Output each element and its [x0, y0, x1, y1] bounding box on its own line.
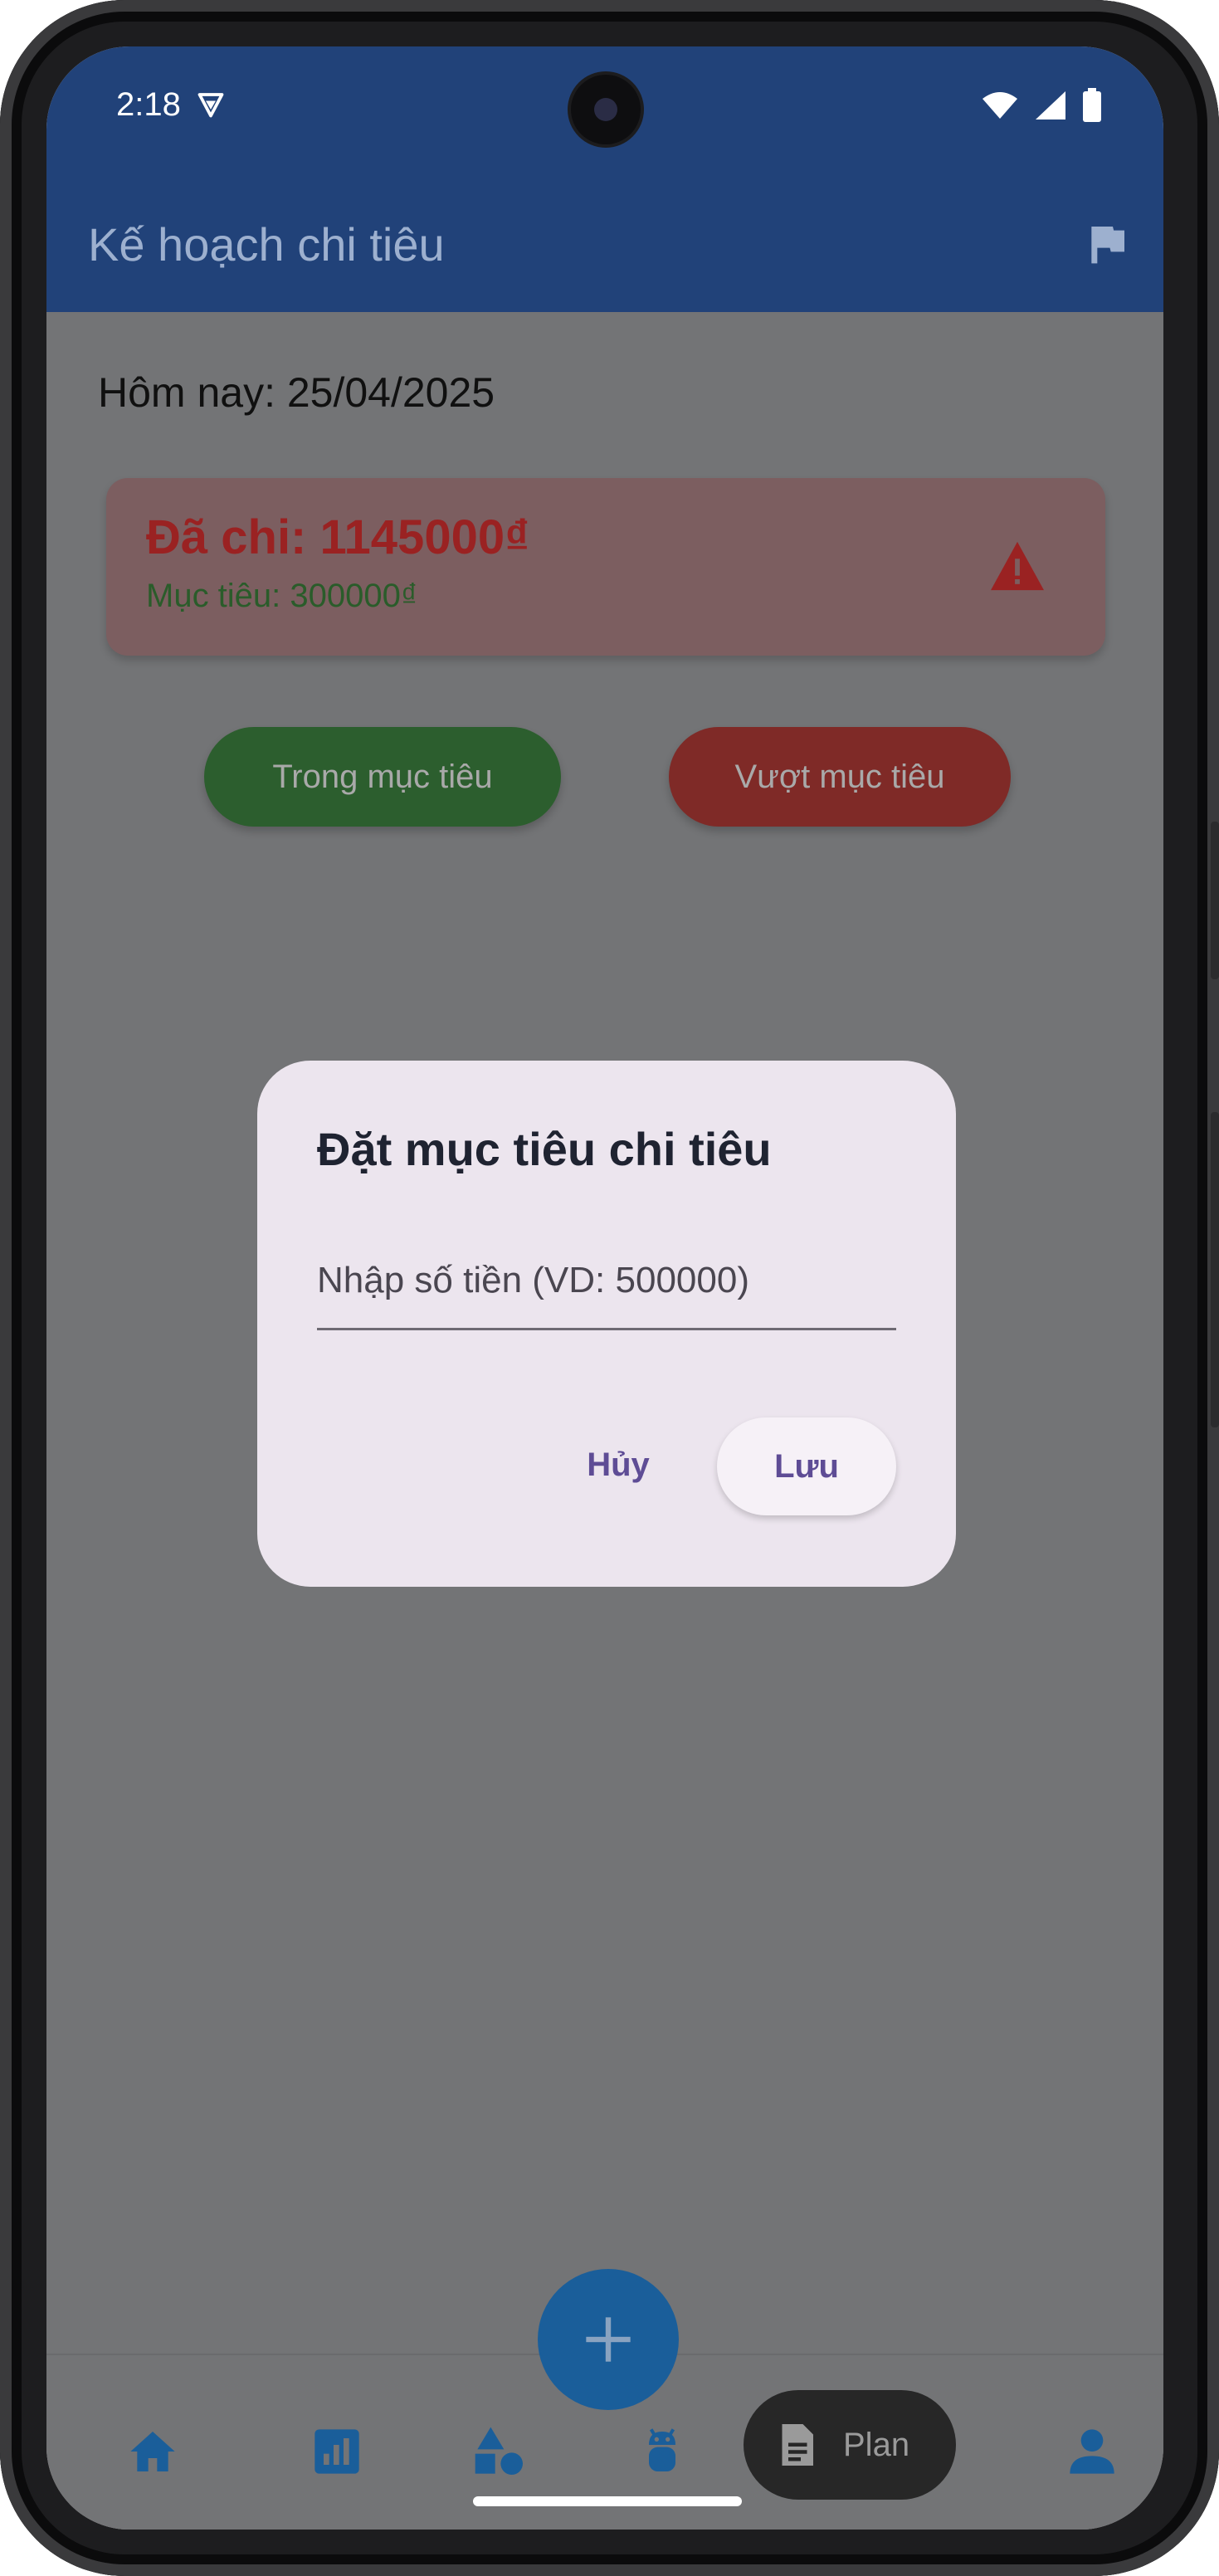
nav-plan-label: Plan: [843, 2426, 910, 2463]
nav-item-plan[interactable]: Plan: [744, 2390, 956, 2500]
status-bar: 2:18: [46, 46, 1163, 171]
status-icons: [981, 88, 1102, 123]
bar-chart-icon[interactable]: [310, 2425, 363, 2478]
app-bar: Kế hoạch chi tiêu: [46, 171, 1163, 312]
in-target-button[interactable]: Trong mục tiêu: [204, 727, 561, 827]
today-date: Hôm nay: 25/04/2025: [98, 369, 495, 416]
home-indicator[interactable]: [473, 2496, 742, 2506]
screen: 2:18 Kế hoạch chi tiêu Hôm nay: 25/04/20…: [46, 46, 1163, 2530]
over-target-button[interactable]: Vượt mục tiêu: [669, 727, 1011, 827]
shapes-icon[interactable]: [473, 2425, 526, 2478]
front-camera: [571, 75, 641, 144]
warning-icon: [991, 541, 1044, 591]
add-fab-button[interactable]: [538, 2269, 679, 2410]
flag-icon[interactable]: [1084, 221, 1130, 267]
signal-icon: [1036, 91, 1065, 120]
android-icon[interactable]: [636, 2425, 689, 2478]
plus-icon: [586, 2317, 631, 2362]
plan-document-icon: [782, 2424, 813, 2466]
set-target-dialog: Đặt mục tiêu chi tiêu Nhập số tiền (VD: …: [257, 1061, 956, 1587]
target-amount: Mục tiêu: 300000₫: [146, 578, 418, 614]
dialog-title: Đặt mục tiêu chi tiêu: [317, 1123, 772, 1175]
person-icon[interactable]: [1065, 2425, 1119, 2478]
status-time: 2:18: [116, 86, 181, 123]
volume-button: [1211, 822, 1219, 979]
cancel-button[interactable]: Hủy: [564, 1417, 672, 1512]
power-button: [1211, 1112, 1219, 1427]
battery-icon: [1083, 88, 1101, 122]
home-icon[interactable]: [126, 2425, 179, 2478]
vpn-icon: [197, 93, 224, 118]
summary-card: Đã chi: 1145000₫ Mục tiêu: 300000₫: [106, 478, 1105, 656]
spent-amount: Đã chi: 1145000₫: [146, 510, 529, 564]
amount-input-placeholder: Nhập số tiền (VD: 500000): [317, 1260, 749, 1300]
wifi-icon: [983, 92, 1017, 119]
amount-input[interactable]: Nhập số tiền (VD: 500000): [317, 1251, 896, 1330]
app-title: Kế hoạch chi tiêu: [88, 218, 445, 271]
save-button[interactable]: Lưu: [717, 1417, 896, 1515]
